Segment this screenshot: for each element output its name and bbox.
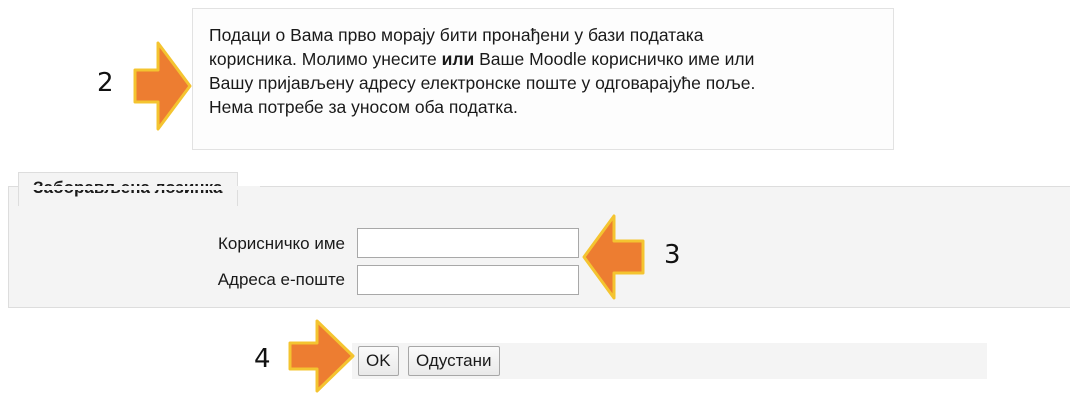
- instructions-line-1: Подаци о Вама прво морају бити пронађени…: [209, 25, 704, 45]
- step-number-3: 3: [664, 240, 681, 270]
- step-number-4: 4: [254, 344, 271, 374]
- instructions-line-2-start: корисника. Молимо унесите: [209, 49, 442, 69]
- instructions-line-4: Нема потребе за уносом оба податка.: [209, 97, 518, 117]
- annotation-arrow-right-icon: [133, 41, 192, 131]
- step-number-2: 2: [97, 68, 114, 98]
- username-label: Корисничко име: [218, 234, 345, 253]
- legend-joint: [19, 186, 260, 190]
- instructions-line-3: Вашу пријављену адресу електронске поште…: [209, 73, 756, 93]
- email-label: Адреса е-поште: [217, 270, 345, 289]
- instructions-emphasis: или: [441, 49, 475, 69]
- annotation-arrow-left-icon: [582, 214, 645, 300]
- username-input[interactable]: [357, 228, 579, 258]
- annotation-arrow-right-icon: [288, 319, 355, 393]
- instructions-line-2: корисника. Молимо унесите или Ваше Moodl…: [209, 47, 877, 71]
- ok-button[interactable]: OK: [358, 346, 399, 376]
- cancel-button[interactable]: Одустани: [408, 346, 500, 376]
- instructions-box: Подаци о Вама прво морају бити пронађени…: [192, 8, 894, 150]
- email-input[interactable]: [357, 265, 579, 295]
- instructions-line-2-end: Ваше Moodle корисничко име или: [474, 49, 755, 69]
